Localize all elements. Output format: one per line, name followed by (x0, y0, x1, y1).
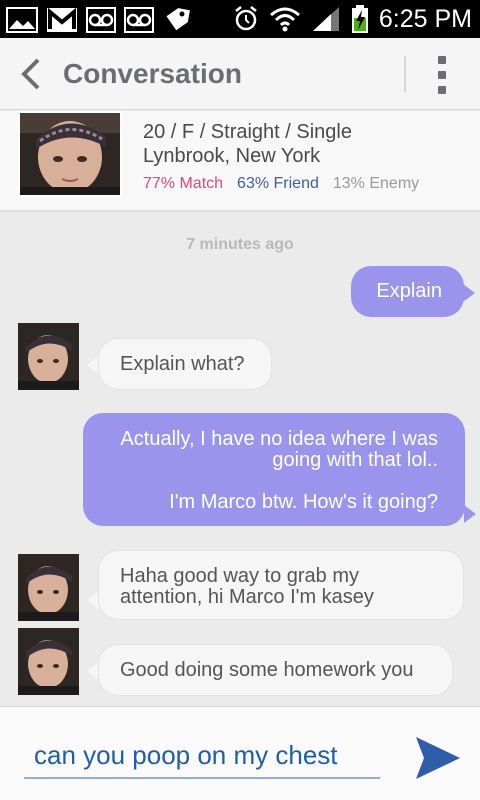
avatar[interactable] (18, 554, 79, 621)
status-bar: 6:25 PM (0, 0, 480, 38)
voicemail-icon (86, 7, 116, 33)
incoming-message-bubble[interactable]: Good doing some homework you (98, 644, 453, 696)
battery-charging-icon (351, 5, 368, 33)
avatar[interactable] (18, 628, 79, 695)
gallery-icon (6, 7, 38, 33)
notification-icons (6, 6, 190, 34)
profile-photo[interactable] (18, 111, 122, 197)
message-text: Explain (376, 280, 442, 302)
clock: 6:25 PM (378, 4, 472, 33)
tags-icon (166, 8, 190, 31)
bubble-tail (463, 284, 475, 302)
message-timestamp: 7 minutes ago (186, 236, 294, 253)
app-bar: Conversation (0, 38, 480, 110)
voicemail-icon-2 (124, 7, 154, 33)
overflow-menu-button[interactable] (432, 56, 452, 94)
incoming-message-bubble[interactable]: Explain what? (98, 338, 272, 390)
message-text-line (83, 471, 438, 492)
divider (404, 56, 406, 92)
outgoing-message-bubble[interactable]: Explain (351, 266, 464, 317)
message-text-line: Actually, I have no idea where I was (120, 428, 438, 450)
send-button[interactable] (414, 735, 462, 781)
enemy-percent: 13% Enemy (332, 175, 420, 192)
match-percent: 77% Match (143, 175, 224, 192)
bubble-tail (464, 505, 476, 523)
message-composer (0, 706, 480, 800)
message-text-line: I'm Marco btw. How's it going? (169, 491, 438, 513)
outgoing-message-bubble[interactable]: Actually, I have no idea where I was goi… (83, 413, 465, 526)
message-text-line: Haha good way to grab my (120, 565, 360, 587)
back-button[interactable] (16, 58, 46, 90)
gmail-icon (47, 7, 77, 32)
incoming-message-bubble[interactable]: Haha good way to grab my attention, hi M… (98, 550, 464, 620)
message-text-line: going with that lol.. (272, 449, 438, 471)
message-text: Explain what? (120, 353, 245, 375)
profile-location: Lynbrook, New York (143, 145, 321, 167)
alarm-icon (235, 6, 257, 31)
signal-icon (312, 7, 339, 31)
message-text-line: attention, hi Marco I'm kasey (120, 586, 374, 608)
wifi-icon (269, 7, 300, 32)
compatibility-stats: 77% Match 63% Friend 13% Enemy (143, 175, 419, 193)
friend-percent: 63% Friend (237, 175, 319, 192)
message-text: Good doing some homework you (120, 659, 414, 681)
profile-card[interactable]: 20 / F / Straight / Single Lynbrook, New… (0, 111, 480, 212)
page-title: Conversation (63, 58, 242, 89)
profile-details: 20 / F / Straight / Single (143, 121, 352, 143)
message-input[interactable] (24, 733, 380, 779)
avatar[interactable] (18, 323, 79, 390)
